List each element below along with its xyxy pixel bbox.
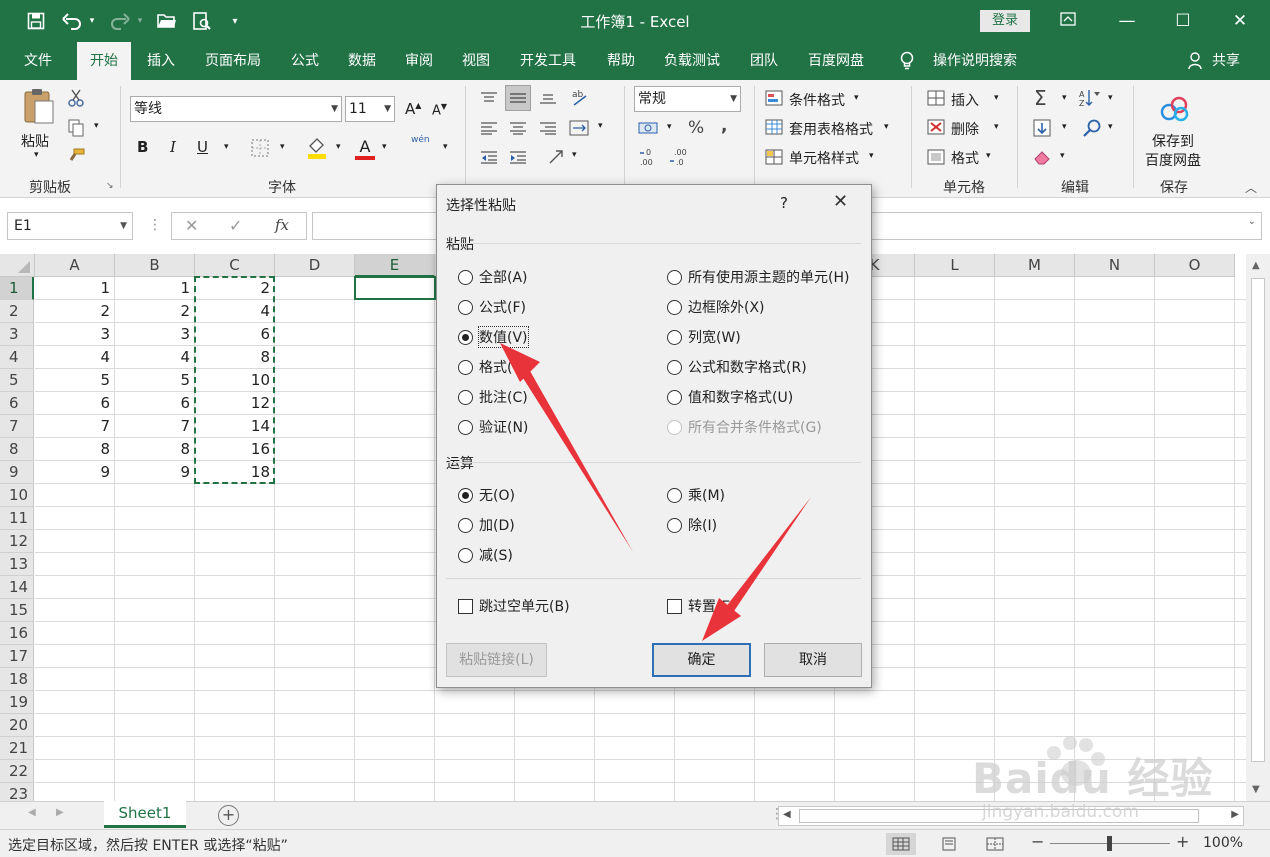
excel-window: ▾ ▾ ▾ 工作簿1 - Excel 登录 — ☐ ✕ 文件 开始 插入 页面布… [0,0,1270,857]
annotation-arrows [500,343,811,641]
annotation-arrow-values [500,343,633,552]
annotation-arrow-ok [702,497,811,641]
